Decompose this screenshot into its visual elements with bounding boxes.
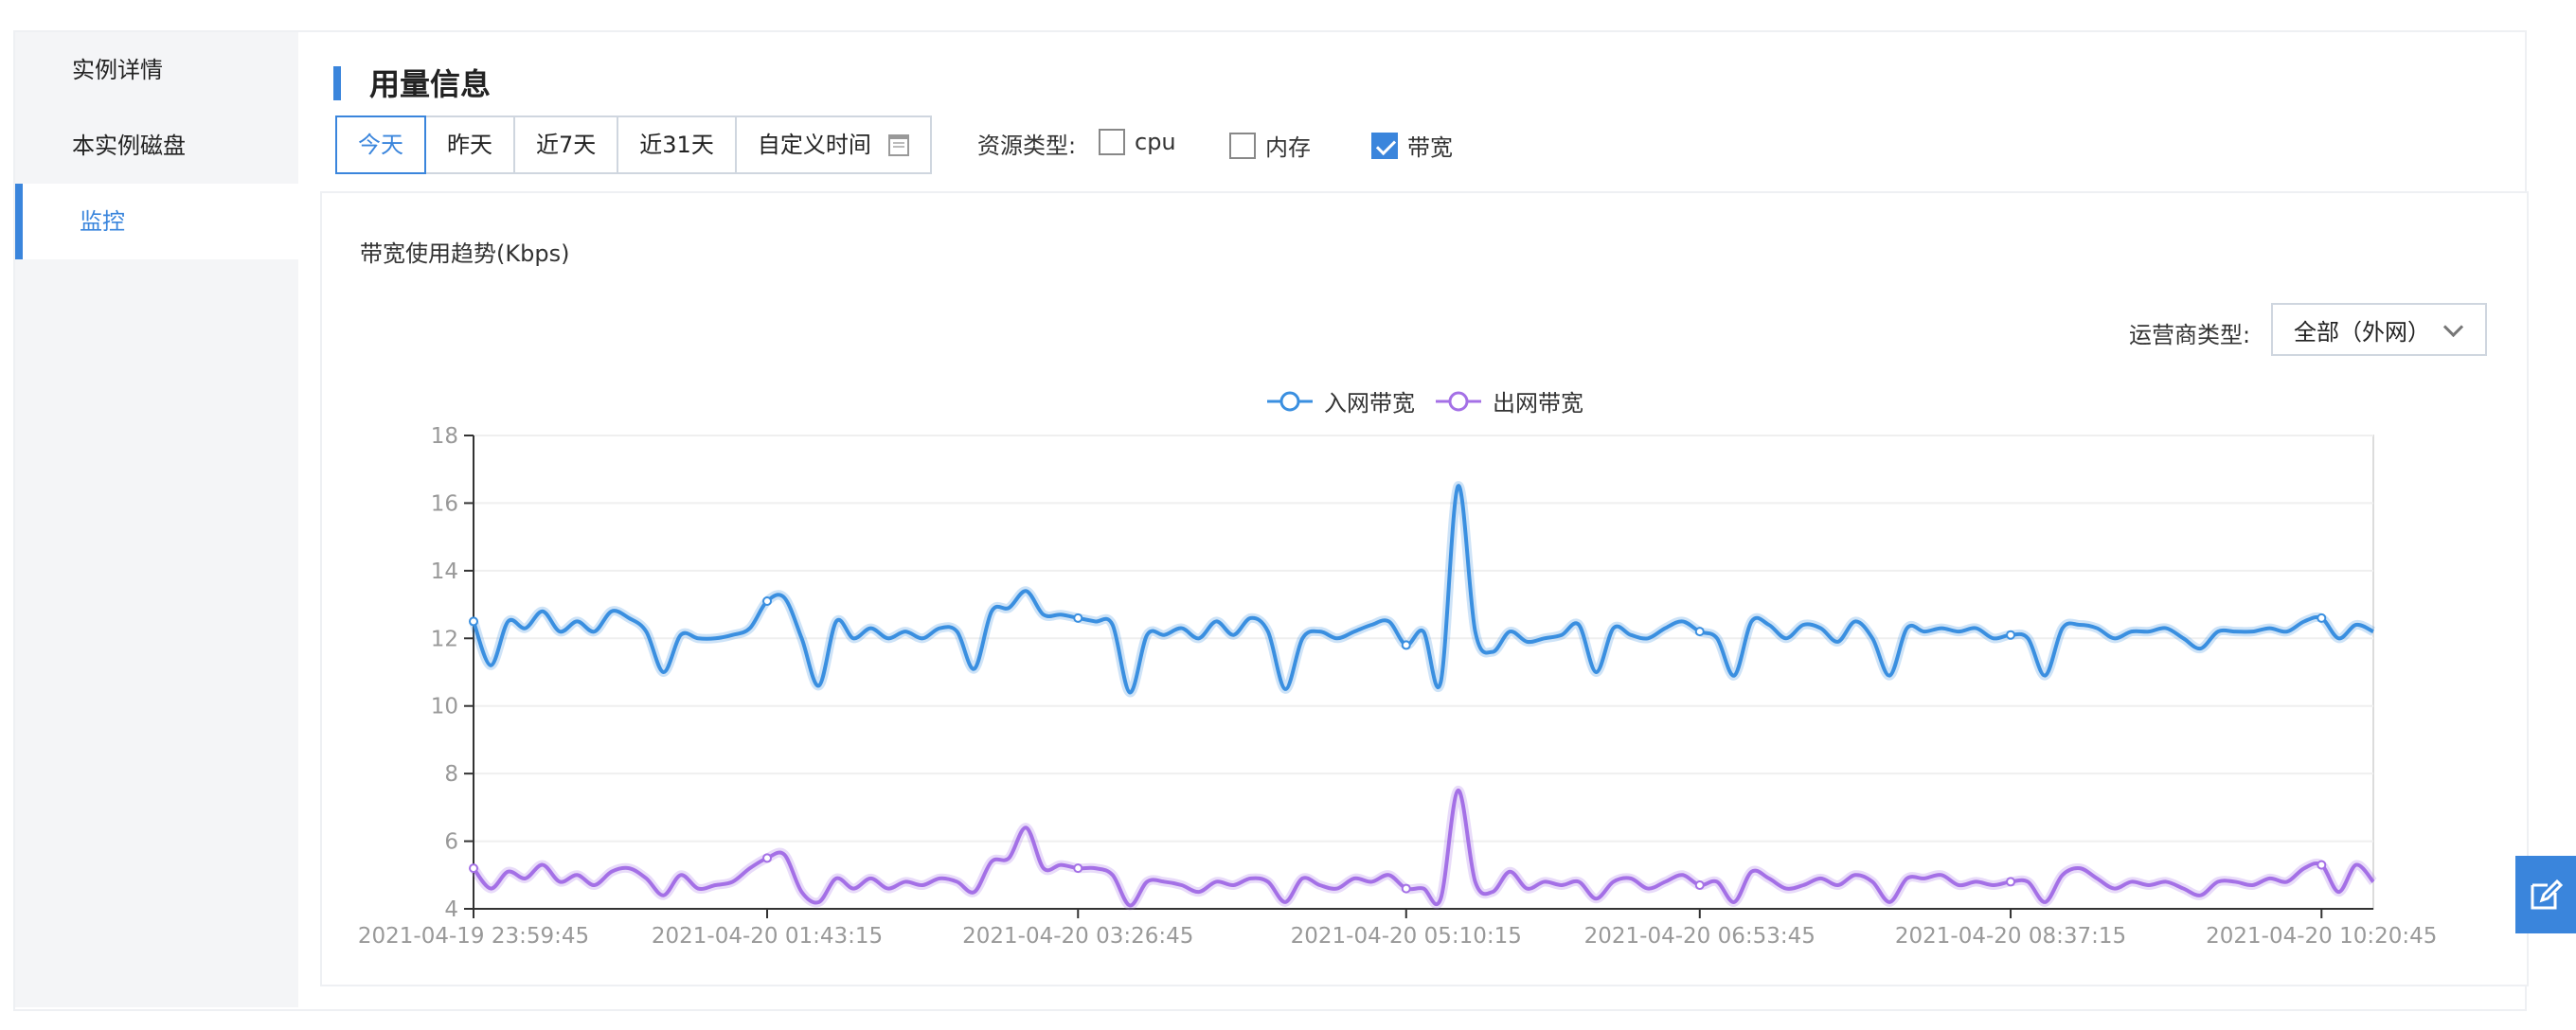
x-tick-label: 2021-04-19 23:59:45: [358, 924, 589, 949]
data-point-marker: [2317, 860, 2327, 870]
y-tick-label: 14: [431, 559, 458, 584]
y-tick-label: 10: [431, 695, 458, 719]
series-line: [472, 484, 2374, 695]
y-tick-label: 6: [444, 830, 458, 855]
data-point-marker: [1694, 880, 1705, 890]
data-point-marker: [1073, 863, 1083, 874]
data-point-marker: [1401, 883, 1411, 894]
x-tick-label: 2021-04-20 03:26:45: [962, 924, 1193, 949]
y-tick-label: 18: [431, 424, 458, 449]
series-outbound: [469, 785, 2377, 911]
data-point-marker: [2006, 630, 2016, 640]
x-tick-label: 2021-04-20 01:43:15: [652, 924, 883, 949]
y-tick-label: 16: [431, 491, 458, 516]
bandwidth-line-chart: 4 6 8 10 12 14 16 18 2021-04-19 23:59:45 2021-04-…: [358, 424, 2438, 949]
data-point-marker: [762, 853, 773, 863]
data-point-marker: [2006, 877, 2016, 887]
x-tick-label: 2021-04-20 05:10:15: [1291, 924, 1522, 949]
data-point-marker: [2317, 613, 2327, 623]
y-tick-label: 8: [444, 762, 458, 787]
x-tick-label: 2021-04-20 08:37:15: [1895, 924, 2126, 949]
x-tick-label: 2021-04-20 06:53:45: [1584, 924, 1816, 949]
series-inbound: [469, 481, 2376, 698]
data-point-marker: [1401, 640, 1411, 650]
series-glow: [469, 481, 2376, 698]
plot-frame: [473, 435, 2374, 910]
data-point-marker: [469, 863, 478, 874]
data-point-marker: [1073, 613, 1083, 623]
data-point-marker: [762, 596, 773, 606]
edit-icon: [2531, 879, 2564, 910]
edit-float-button[interactable]: [2515, 856, 2576, 933]
x-tick-label: 2021-04-20 10:20:45: [2206, 924, 2437, 949]
y-tick-label: 4: [444, 897, 458, 922]
data-point-marker: [469, 616, 478, 627]
data-point-marker: [1694, 627, 1705, 637]
series-line: [472, 788, 2375, 908]
y-tick-label: 12: [431, 627, 458, 651]
